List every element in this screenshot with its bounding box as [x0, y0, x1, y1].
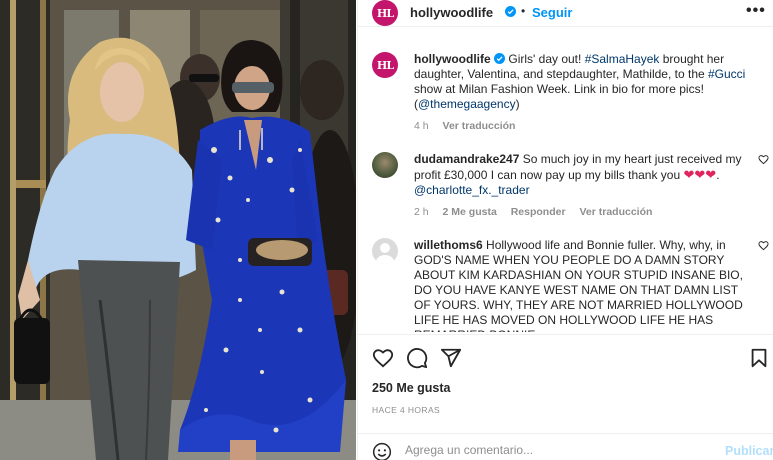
- caption-time: 4 h: [414, 120, 429, 132]
- separator-dot: •: [521, 4, 526, 18]
- emoji-icon[interactable]: [372, 442, 392, 460]
- comment-composer: Publicar: [358, 433, 773, 460]
- comment-text: Hollywood life and Bonnie fuller. Why, w…: [414, 238, 743, 332]
- caption-author[interactable]: hollywoodlife: [414, 52, 491, 66]
- post-photo-pane[interactable]: [0, 0, 356, 460]
- comment-body: willethoms6 Hollywood life and Bonnie fu…: [414, 238, 754, 332]
- post-photo[interactable]: [0, 0, 356, 460]
- publish-button[interactable]: Publicar: [725, 444, 773, 458]
- share-icon[interactable]: [440, 347, 462, 369]
- comments-list[interactable]: HL hollywoodlife Girls' day out! #SalmaH…: [358, 42, 773, 332]
- comment-meta: 2 h 2 Me gusta Responder Ver traducción: [414, 205, 754, 220]
- translate-button[interactable]: Ver traducción: [579, 206, 652, 218]
- caption-text: Girls' day out!: [508, 52, 585, 66]
- comment-icon[interactable]: [406, 347, 428, 369]
- mention-link[interactable]: @themegaagency: [418, 97, 516, 111]
- heart-icon[interactable]: [372, 347, 394, 369]
- author-avatar[interactable]: HL: [372, 0, 398, 26]
- verified-icon: [494, 53, 506, 64]
- comment-avatar[interactable]: [372, 238, 398, 264]
- comment-avatar[interactable]: [372, 152, 398, 178]
- save-icon[interactable]: [748, 347, 770, 369]
- likes-count[interactable]: 250 Me gusta: [372, 381, 451, 395]
- like-comment-heart-icon[interactable]: [758, 240, 769, 251]
- comment-author[interactable]: willethoms6: [414, 238, 483, 252]
- hashtag-link[interactable]: #Gucci: [708, 67, 745, 81]
- post-timestamp: HACE 4 HORAS: [372, 405, 441, 415]
- post-sidebar: HL hollywoodlife • Seguir ••• HL hollywo…: [357, 0, 773, 460]
- caption-body: hollywoodlife Girls' day out! #SalmaHaye…: [414, 52, 754, 134]
- mention-link[interactable]: @charlotte_fx._trader: [414, 183, 530, 197]
- more-icon[interactable]: •••: [746, 2, 766, 20]
- follow-button[interactable]: Seguir: [532, 5, 572, 20]
- heart-emojis: ❤❤❤: [683, 167, 717, 182]
- translate-button[interactable]: Ver traducción: [443, 120, 516, 132]
- like-comment-heart-icon[interactable]: [758, 154, 769, 165]
- comment-author[interactable]: dudamandrake247: [414, 152, 519, 166]
- post-header: HL hollywoodlife • Seguir •••: [358, 0, 773, 27]
- caption-text: ): [515, 97, 520, 111]
- post-actions: 250 Me gusta HACE 4 HORAS Publicar: [358, 334, 773, 460]
- verified-icon: [505, 6, 516, 17]
- caption-meta: 4 h Ver traducción: [414, 119, 754, 134]
- hashtag-link[interactable]: #SalmaHayek: [585, 52, 660, 66]
- comment-likes[interactable]: 2 Me gusta: [443, 206, 497, 218]
- default-avatar-icon: [376, 243, 394, 264]
- author-username[interactable]: hollywoodlife: [410, 5, 493, 20]
- reply-button[interactable]: Responder: [511, 206, 566, 218]
- caption-author-avatar[interactable]: HL: [372, 52, 398, 78]
- comment-time: 2 h: [414, 206, 429, 218]
- comment-text: .: [716, 168, 720, 182]
- comment-body: dudamandrake247 So much joy in my heart …: [414, 152, 754, 220]
- comment-input[interactable]: [405, 441, 705, 459]
